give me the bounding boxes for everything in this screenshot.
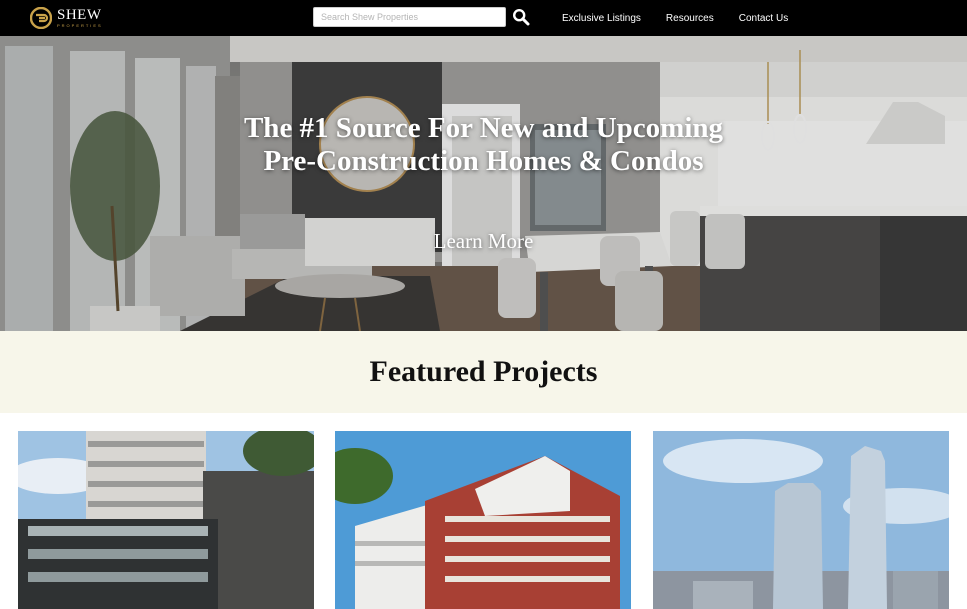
nav-link-resources[interactable]: Resources: [666, 13, 714, 24]
hero-headline-line-2: Pre-Construction Homes & Condos: [263, 145, 704, 177]
project-card-3[interactable]: [653, 431, 949, 609]
logo-wordmark: SHEW: [57, 7, 102, 23]
search-bar: [313, 7, 530, 27]
shew-logo-mark-icon: [30, 7, 52, 29]
project-card-2[interactable]: [335, 431, 631, 609]
learn-more-link[interactable]: Learn More: [0, 229, 967, 254]
featured-projects-heading: Featured Projects: [369, 355, 598, 388]
top-navbar: SHEW PROPERTIES Exclusive Listings Resou…: [0, 0, 967, 36]
nav-link-exclusive-listings[interactable]: Exclusive Listings: [562, 13, 641, 24]
hero-banner: The #1 Source For New and Upcoming Pre-C…: [0, 36, 967, 331]
shew-logo[interactable]: SHEW PROPERTIES: [30, 5, 103, 31]
project-card-1-image: [18, 431, 314, 609]
search-input[interactable]: [313, 7, 506, 27]
logo-tagline: PROPERTIES: [57, 23, 103, 28]
hero-headline-line-1: The #1 Source For New and Upcoming: [243, 112, 724, 144]
project-card-3-image: [653, 431, 949, 609]
hero-interior-photo: [0, 36, 967, 331]
project-card-2-image: [335, 431, 631, 609]
main-nav: Exclusive Listings Resources Contact Us: [562, 0, 813, 36]
search-icon[interactable]: [512, 8, 530, 26]
nav-link-contact-us[interactable]: Contact Us: [739, 13, 788, 24]
featured-projects-band: Featured Projects: [0, 331, 967, 413]
project-card-1[interactable]: [18, 431, 314, 609]
hero-headline: The #1 Source For New and Upcoming Pre-C…: [0, 112, 967, 178]
